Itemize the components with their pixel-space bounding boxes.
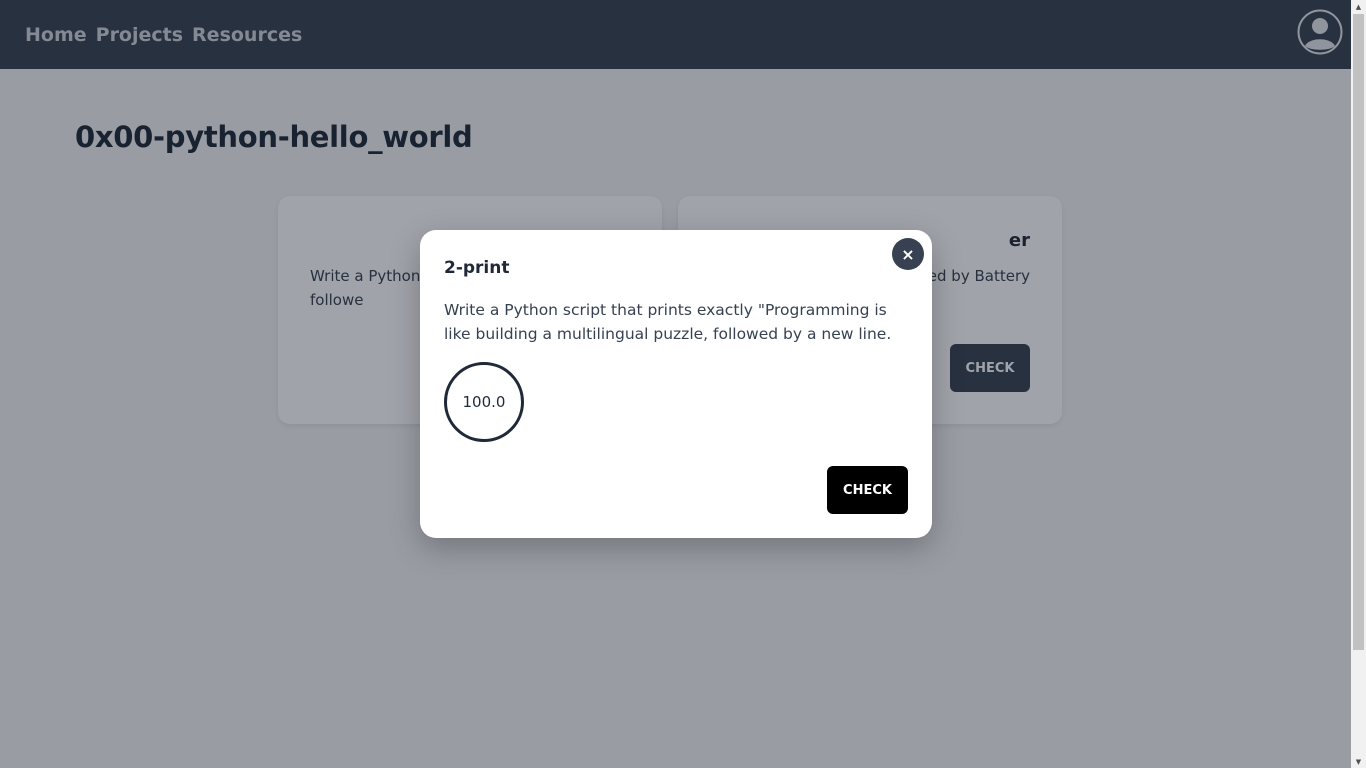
modal-check-button[interactable]: CHECK <box>827 466 908 514</box>
task-modal: 2-print × Write a Python script that pri… <box>420 230 932 538</box>
close-button[interactable]: × <box>892 238 924 270</box>
close-icon: × <box>901 244 915 264</box>
scrollbar-thumb[interactable] <box>1353 14 1364 650</box>
modal-description: Write a Python script that prints exactl… <box>444 301 892 343</box>
score-value: 100.0 <box>462 393 506 411</box>
score-indicator: 100.0 <box>444 362 524 442</box>
scroll-up-icon[interactable]: ▲ <box>1354 2 1363 11</box>
scrollbar[interactable]: ▲ ▼ <box>1351 0 1366 768</box>
scroll-down-icon[interactable]: ▼ <box>1354 757 1363 766</box>
modal-title: 2-print <box>444 258 510 278</box>
